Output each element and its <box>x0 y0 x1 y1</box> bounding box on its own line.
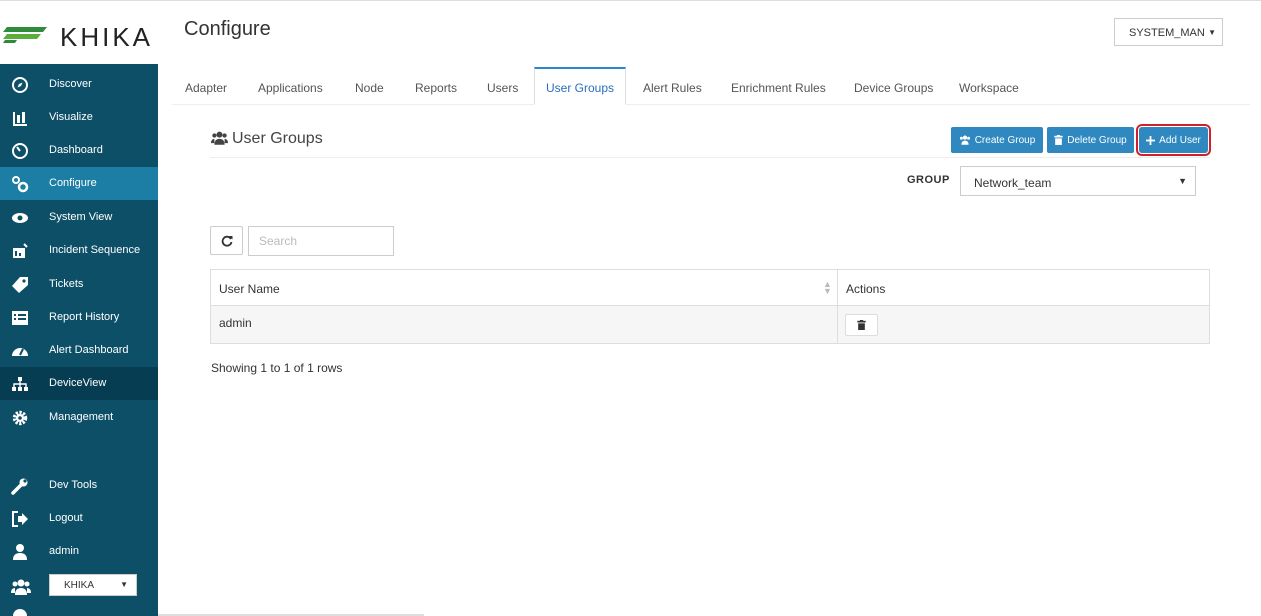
sidebar-item-report-history[interactable]: Report History <box>0 301 158 334</box>
tab-users[interactable]: Users <box>487 67 518 105</box>
gear-icon <box>12 410 28 426</box>
partial-icon <box>13 609 27 616</box>
incident-icon <box>13 243 28 258</box>
brand-name: KHIKA <box>60 22 154 52</box>
user-menu-select[interactable]: SYSTEM_MAN ▼ <box>1114 18 1223 46</box>
list-icon <box>12 311 28 325</box>
wrench-icon <box>11 478 28 495</box>
column-divider <box>837 270 838 343</box>
brand-logo[interactable]: KHIKA <box>0 2 158 64</box>
page-title: Configure <box>184 18 271 40</box>
sidebar-item-label: Management <box>49 411 114 423</box>
user-icon <box>13 544 27 560</box>
pagination-info: Showing 1 to 1 of 1 rows <box>211 361 343 375</box>
delete-user-button[interactable] <box>845 314 878 336</box>
dashboard-icon <box>12 143 28 159</box>
cell-user-name: admin <box>219 316 252 330</box>
users-icon <box>11 579 31 595</box>
search-input[interactable] <box>248 226 394 256</box>
trash-icon <box>1054 135 1063 145</box>
sidebar-item-alert-dashboard[interactable]: Alert Dashboard <box>0 334 158 367</box>
sidebar-item-visualize[interactable]: Visualize <box>0 101 158 134</box>
column-header-user-name[interactable]: User Name <box>211 270 837 306</box>
table-cell-actions <box>838 306 1209 343</box>
sort-icon[interactable]: ▲ ▼ <box>823 280 832 296</box>
trash-icon <box>857 320 866 330</box>
organization-select[interactable]: KHIKA ▼ <box>49 574 137 596</box>
config-tabs: Adapter Applications Node Reports Users … <box>172 67 1250 105</box>
sign-out-icon <box>12 511 28 527</box>
group-label: GROUP <box>907 174 950 186</box>
eye-icon <box>12 213 28 223</box>
sidebar-item-tickets[interactable]: Tickets <box>0 268 158 301</box>
sidebar-item-system-view[interactable]: System View <box>0 201 158 234</box>
sidebar-item-configure[interactable]: Configure <box>0 167 158 200</box>
tab-device-groups[interactable]: Device Groups <box>854 67 933 105</box>
sidebar-item-management[interactable]: Management <box>0 401 158 434</box>
tachometer-icon <box>12 348 28 356</box>
sidebar-item-label: Discover <box>49 78 92 90</box>
users-table: User Name ▲ ▼ Actions admin <box>210 269 1210 344</box>
plus-icon <box>1146 135 1156 145</box>
add-user-button[interactable]: Add User <box>1136 124 1211 156</box>
sidebar-item-dashboard[interactable]: Dashboard <box>0 134 158 167</box>
tab-reports[interactable]: Reports <box>415 67 457 105</box>
sidebar-item-label: DeviceView <box>49 377 107 389</box>
sidebar-item-dev-tools[interactable]: Dev Tools <box>0 469 158 502</box>
tab-workspace[interactable]: Workspace <box>959 67 1019 105</box>
sidebar-item-label: Tickets <box>49 278 84 290</box>
sidebar-item-label: Dev Tools <box>49 479 98 491</box>
caret-down-icon: ▼ <box>120 580 128 589</box>
sidebar-item-label: admin <box>49 545 79 557</box>
khika-logo-icon <box>3 27 47 43</box>
create-group-button[interactable]: Create Group <box>951 127 1043 153</box>
delete-group-button[interactable]: Delete Group <box>1047 127 1134 153</box>
sidebar-item-label: Report History <box>49 311 120 323</box>
section-divider <box>210 157 1210 158</box>
tab-alert-rules[interactable]: Alert Rules <box>643 67 702 105</box>
sidebar-item-discover[interactable]: Discover <box>0 68 158 101</box>
refresh-button[interactable] <box>210 226 243 255</box>
tab-applications[interactable]: Applications <box>258 67 323 105</box>
sidebar: Discover Visualize Dashboard Configure S… <box>0 64 158 616</box>
tag-icon <box>12 277 28 293</box>
sidebar-item-label: Configure <box>49 177 97 189</box>
bar-chart-icon <box>13 112 27 126</box>
tab-adapter[interactable]: Adapter <box>185 67 227 105</box>
sidebar-item-label: Visualize <box>49 111 93 123</box>
tab-user-groups[interactable]: User Groups <box>534 67 626 105</box>
sidebar-item-label: Alert Dashboard <box>49 344 129 356</box>
table-row: admin <box>211 306 837 343</box>
sidebar-item-incident-sequence[interactable]: Incident Sequence <box>0 234 158 267</box>
column-header-actions: Actions <box>838 270 1209 306</box>
sitemap-icon <box>12 377 28 391</box>
sidebar-item-label: System View <box>49 211 113 223</box>
sidebar-item-label: Dashboard <box>49 144 103 156</box>
top-divider <box>0 0 1261 1</box>
sidebar-item-label: Incident Sequence <box>49 244 141 256</box>
caret-down-icon: ▼ <box>1178 176 1187 186</box>
users-icon <box>211 131 228 145</box>
tab-node[interactable]: Node <box>355 67 384 105</box>
caret-down-icon: ▼ <box>1204 28 1216 37</box>
sidebar-item-admin[interactable]: admin <box>0 535 158 568</box>
tab-enrichment-rules[interactable]: Enrichment Rules <box>731 67 826 105</box>
section-title: User Groups <box>211 130 323 148</box>
sidebar-item-logout[interactable]: Logout <box>0 502 158 535</box>
compass-icon <box>12 77 28 93</box>
group-select[interactable]: Network_team ▼ <box>960 166 1196 196</box>
sidebar-item-label: Logout <box>49 512 83 524</box>
sidebar-item-deviceview[interactable]: DeviceView <box>0 367 158 400</box>
cogs-icon <box>12 176 29 193</box>
users-icon <box>959 135 970 145</box>
refresh-icon <box>221 235 232 247</box>
